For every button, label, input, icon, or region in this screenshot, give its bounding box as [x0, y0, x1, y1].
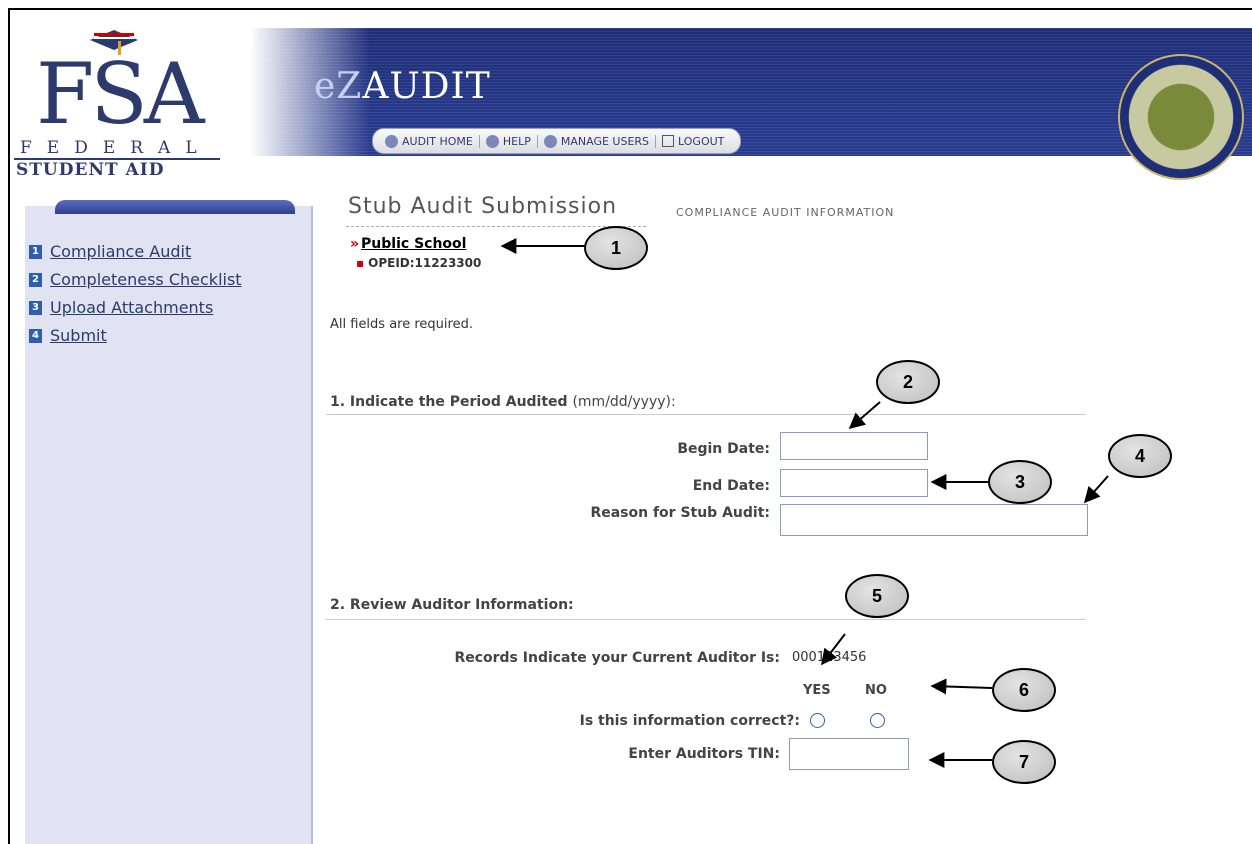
callout-3: 3 [988, 460, 1052, 504]
callout-6: 6 [992, 668, 1056, 712]
callout-5-arrow [821, 633, 846, 666]
callout-4: 4 [1108, 434, 1172, 478]
callout-2-arrow [848, 401, 881, 430]
callout-7: 7 [992, 740, 1056, 784]
callout-6-arrow [930, 678, 993, 695]
callout-2: 2 [876, 360, 940, 404]
callout-5: 5 [845, 574, 909, 618]
callout-arrows [500, 238, 1109, 768]
callout-1: 1 [584, 226, 648, 270]
callout-4-arrow [1083, 475, 1109, 504]
